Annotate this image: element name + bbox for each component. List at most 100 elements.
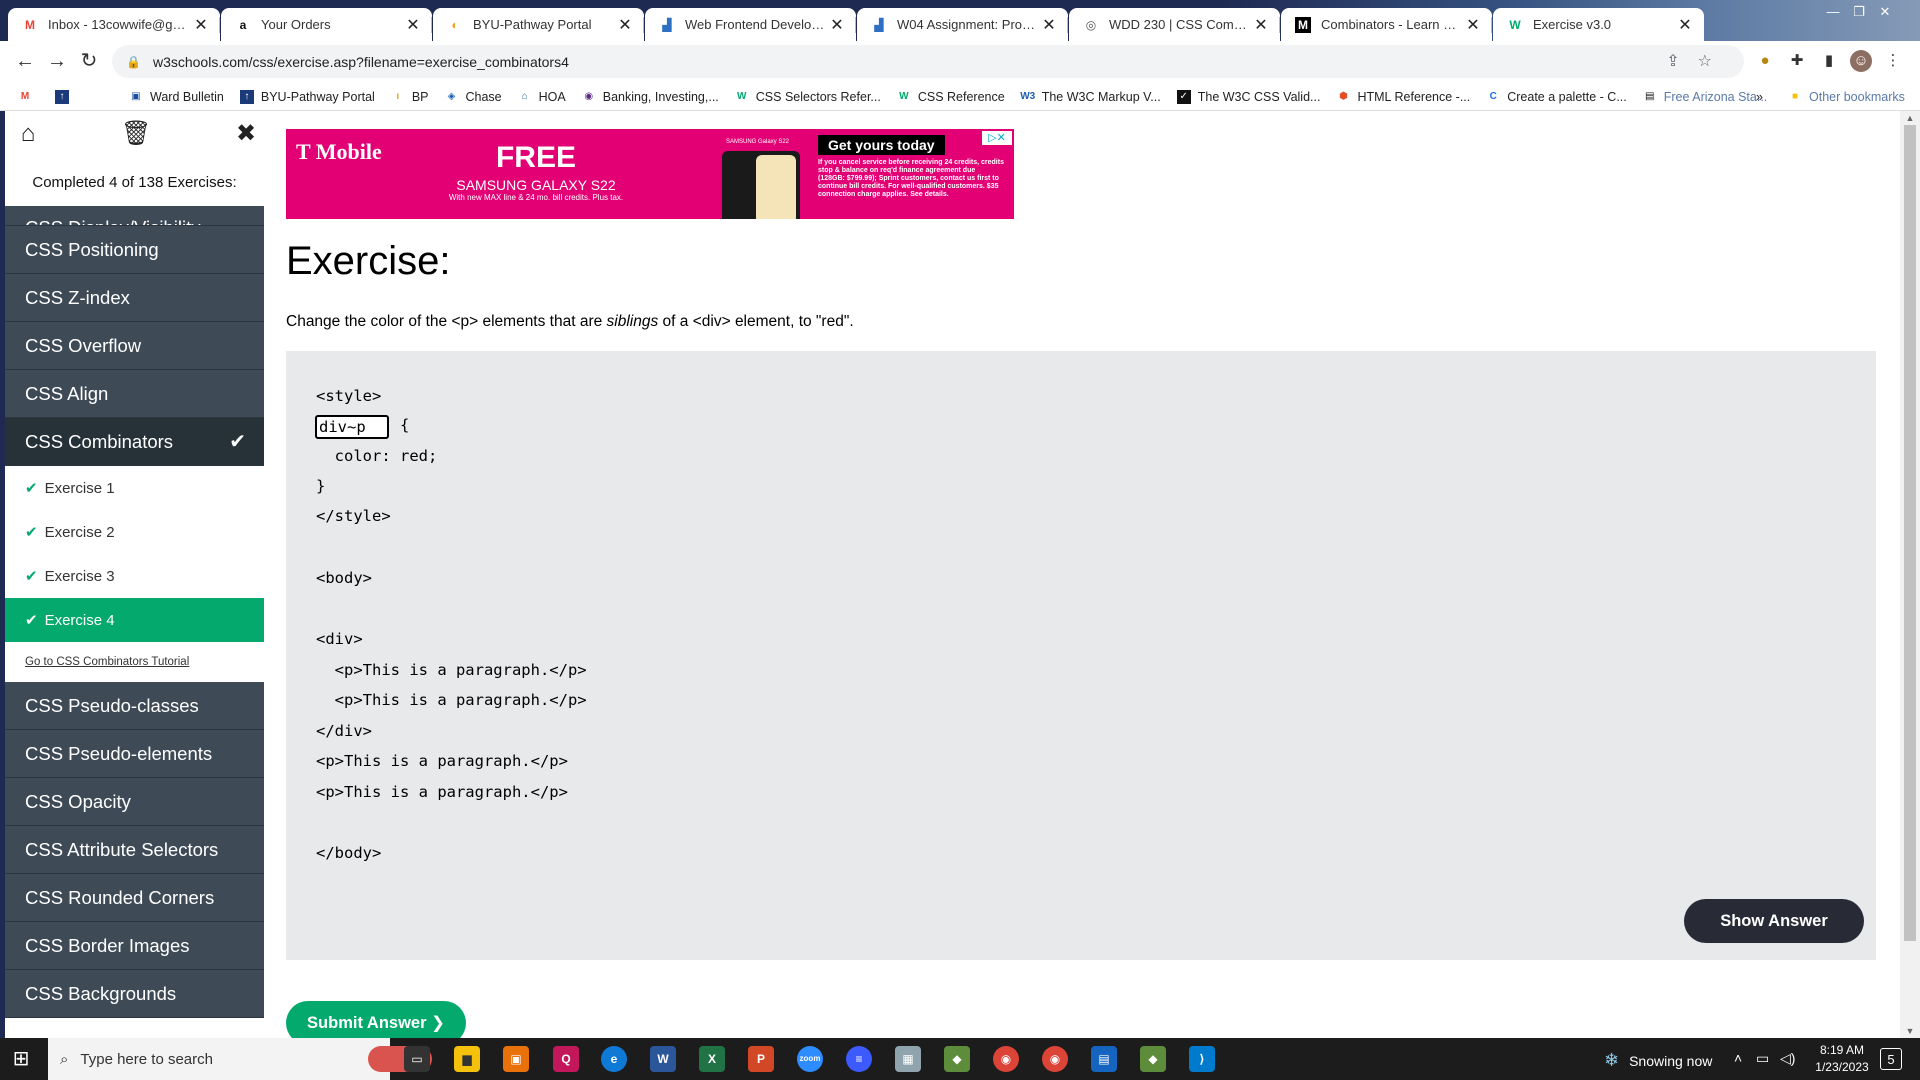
calculator-icon[interactable]: ▦ [895, 1046, 921, 1072]
windows-start-icon[interactable]: ⊞ [10, 1048, 32, 1070]
exercise-link-4-current[interactable]: ✔ Exercise 4 [5, 598, 264, 642]
extension-icon[interactable]: ● [1754, 50, 1776, 72]
folder-icon[interactable]: ▣ [503, 1046, 529, 1072]
menu-kebab-icon[interactable]: ⋮ [1882, 50, 1904, 72]
quicken-icon[interactable]: Q [553, 1046, 579, 1072]
bookmark-apple[interactable] [92, 90, 113, 104]
forward-icon[interactable]: → [43, 47, 71, 75]
close-tab-icon[interactable]: ✕ [1252, 15, 1270, 35]
tray-chevron-icon[interactable]: ˄ [1734, 1050, 1742, 1066]
close-tab-icon[interactable]: ✕ [1040, 15, 1058, 35]
bookmark-hoa[interactable]: ⌂ HOA [518, 90, 566, 104]
volume-icon[interactable]: ◁) [1780, 1050, 1795, 1067]
close-tab-icon[interactable]: ✕ [616, 15, 634, 35]
sidebar-item-overflow[interactable]: CSS Overflow [5, 322, 264, 370]
app-icon[interactable]: ≡ [846, 1046, 872, 1072]
bookmark-gmail[interactable]: M [18, 90, 39, 104]
close-tab-icon[interactable]: ✕ [404, 15, 422, 35]
tab-wdd230[interactable]: ◎ WDD 230 | CSS Combinators ✕ [1069, 8, 1280, 41]
extensions-puzzle-icon[interactable]: ✚ [1786, 50, 1808, 72]
bookmark-byu-pathway[interactable]: ↑ BYU-Pathway Portal [239, 89, 375, 104]
sidebar-item-positioning[interactable]: CSS Positioning [5, 226, 264, 274]
sidebar-item-align[interactable]: CSS Align [5, 370, 264, 418]
other-bookmarks-folder[interactable]: ■ Other bookmarks [1788, 90, 1905, 104]
bookmark-ward-bulletin[interactable]: ▣ Ward Bulletin [129, 90, 224, 104]
sidebar-item-rounded-corners[interactable]: CSS Rounded Corners [5, 874, 264, 922]
chrome-icon[interactable]: ◉ [1042, 1046, 1068, 1072]
bookmark-html-reference[interactable]: ⬢ HTML Reference -... [1336, 90, 1470, 104]
bookmark-arizona[interactable]: ▤ Free Arizona Sta... [1643, 90, 1767, 104]
tab-exercise-active[interactable]: W Exercise v3.0 ✕ [1493, 8, 1704, 41]
sidebar-item-opacity[interactable]: CSS Opacity [5, 778, 264, 826]
close-tab-icon[interactable]: ✕ [828, 15, 846, 35]
reload-icon[interactable]: ↻ [75, 47, 103, 75]
exercise-link-1[interactable]: ✔ Exercise 1 [5, 466, 264, 510]
tab-byu-pathway[interactable]: ◐ BYU-Pathway Portal ✕ [433, 8, 644, 41]
notification-center-icon[interactable]: 5 [1880, 1048, 1902, 1070]
bookmark-w3c-markup[interactable]: W3 The W3C Markup V... [1020, 90, 1161, 104]
sidebar-item-pseudo-classes[interactable]: CSS Pseudo-classes [5, 682, 264, 730]
close-icon[interactable]: ✖ [231, 119, 261, 149]
exercise-link-2[interactable]: ✔ Exercise 2 [5, 510, 264, 554]
powerpoint-icon[interactable]: P [748, 1046, 774, 1072]
page-scrollbar[interactable]: ▲ ▼ [1900, 111, 1920, 1038]
sidebar-item-attribute-selectors[interactable]: CSS Attribute Selectors [5, 826, 264, 874]
tab-amazon-orders[interactable]: a Your Orders ✕ [221, 8, 432, 41]
home-icon[interactable]: ⌂ [13, 119, 43, 149]
trash-icon[interactable]: 🗑 [121, 119, 151, 149]
share-icon[interactable]: ⇪ [1666, 53, 1697, 70]
sidebar-item-display-visibility[interactable]: CSS Display/Visibility [5, 206, 264, 226]
task-view-icon[interactable]: ▭ [404, 1046, 430, 1072]
tutorial-link[interactable]: Go to CSS Combinators Tutorial [5, 642, 264, 682]
profile-avatar[interactable]: ☺ [1850, 50, 1872, 72]
minecraft-icon[interactable]: ◆ [1140, 1046, 1166, 1072]
answer-input[interactable] [315, 415, 389, 439]
ad-cta-button[interactable]: Get yours today [818, 135, 945, 155]
more-bookmarks-button[interactable]: » [1756, 90, 1763, 104]
close-tab-icon[interactable]: ✕ [192, 15, 210, 35]
tab-w04-assignment[interactable]: ▟ W04 Assignment: Process Blog ✕ [857, 8, 1068, 41]
bookmark-coolors[interactable]: C Create a palette - C... [1486, 90, 1627, 104]
taskbar-clock[interactable]: 8:19 AM 1/23/2023 [1810, 1042, 1874, 1076]
side-panel-icon[interactable]: ▮ [1818, 50, 1840, 72]
tab-web-frontend[interactable]: ▟ Web Frontend Development ✕ [645, 8, 856, 41]
exercise-link-3[interactable]: ✔ Exercise 3 [5, 554, 264, 598]
scroll-up-icon[interactable]: ▲ [1900, 111, 1920, 125]
bookmark-w3c-css[interactable]: ✓ The W3C CSS Valid... [1176, 89, 1320, 104]
submit-answer-button[interactable]: Submit Answer ❯ [286, 1001, 466, 1038]
bookmark-css-reference[interactable]: W CSS Reference [897, 90, 1005, 104]
scrollbar-thumb[interactable] [1904, 125, 1916, 941]
word-icon[interactable]: W [650, 1046, 676, 1072]
restore-icon[interactable]: ❐ [1846, 2, 1872, 22]
show-answer-button[interactable]: Show Answer [1684, 899, 1864, 943]
network-icon[interactable]: ▭ [1756, 1050, 1769, 1067]
minecraft-icon[interactable]: ◆ [944, 1046, 970, 1072]
address-bar[interactable]: 🔒 w3schools.com/css/exercise.asp?filenam… [112, 45, 1744, 78]
sidebar-item-combinators[interactable]: CSS Combinators ✔ [5, 418, 264, 466]
bookmark-css-selectors[interactable]: W CSS Selectors Refer... [735, 90, 881, 104]
bookmark-byu[interactable]: ↑ [55, 89, 76, 104]
scroll-down-icon[interactable]: ▼ [1900, 1024, 1920, 1038]
close-tab-icon[interactable]: ✕ [1464, 15, 1482, 35]
sidebar-item-border-images[interactable]: CSS Border Images [5, 922, 264, 970]
sidebar-item-z-index[interactable]: CSS Z-index [5, 274, 264, 322]
excel-icon[interactable]: X [699, 1046, 725, 1072]
close-tab-icon[interactable]: ✕ [1676, 15, 1694, 35]
taskbar-search[interactable]: ⌕ Type here to search [48, 1038, 432, 1080]
vscode-icon[interactable]: ⟩ [1189, 1046, 1215, 1072]
minimize-icon[interactable]: — [1820, 2, 1846, 22]
ad-close-icon[interactable]: ▷✕ [982, 131, 1012, 145]
tab-mdn-combinators[interactable]: M Combinators - Learn web development ✕ [1281, 8, 1492, 41]
chrome-icon[interactable]: ◉ [993, 1046, 1019, 1072]
back-icon[interactable]: ← [11, 47, 39, 75]
tmobile-advertisement[interactable]: T Mobile FREE SAMSUNG GALAXY S22 With ne… [286, 129, 1014, 219]
tab-gmail[interactable]: M Inbox - 13cowwife@gmail.com ✕ [8, 8, 220, 41]
file-explorer-icon[interactable]: ▆ [454, 1046, 480, 1072]
scanner-icon[interactable]: ▤ [1091, 1046, 1117, 1072]
sidebar-item-pseudo-elements[interactable]: CSS Pseudo-elements [5, 730, 264, 778]
weather-widget[interactable]: ❄ Snowing now [1604, 1050, 1712, 1071]
edge-icon[interactable]: e [601, 1046, 627, 1072]
zoom-icon[interactable]: zoom [797, 1046, 823, 1072]
close-window-icon[interactable]: ✕ [1872, 2, 1898, 22]
bookmark-star-icon[interactable]: ☆ [1698, 53, 1730, 70]
